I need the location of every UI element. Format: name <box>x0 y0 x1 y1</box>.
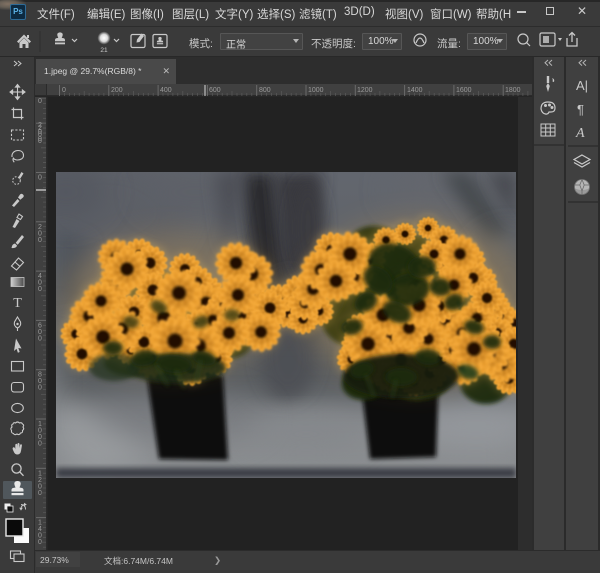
svg-text:1200: 1200 <box>357 87 373 94</box>
svg-text:0: 0 <box>38 441 42 448</box>
svg-text:1600: 1600 <box>456 87 472 94</box>
svg-text:0: 0 <box>38 237 42 244</box>
svg-text:A: A <box>575 126 585 141</box>
svg-text:0: 0 <box>38 539 42 546</box>
svg-text:0: 0 <box>38 129 42 136</box>
svg-text:0: 0 <box>38 98 42 105</box>
svg-text:0: 0 <box>38 385 42 392</box>
svg-text:1400: 1400 <box>407 87 423 94</box>
svg-text:0: 0 <box>38 286 42 293</box>
svg-text:0: 0 <box>62 87 66 94</box>
svg-text:0: 0 <box>38 136 42 143</box>
svg-text:0: 0 <box>38 335 42 342</box>
svg-text:A|: A| <box>576 78 588 93</box>
svg-text:600: 600 <box>209 87 221 94</box>
svg-text:1800: 1800 <box>505 87 521 94</box>
svg-text:800: 800 <box>259 87 271 94</box>
svg-text:2: 2 <box>38 122 42 129</box>
svg-text:0: 0 <box>38 175 42 182</box>
svg-text:¶: ¶ <box>577 102 584 117</box>
svg-text:200: 200 <box>111 87 123 94</box>
svg-text:400: 400 <box>160 87 172 94</box>
svg-text:0: 0 <box>38 490 42 497</box>
svg-text:1000: 1000 <box>308 87 324 94</box>
